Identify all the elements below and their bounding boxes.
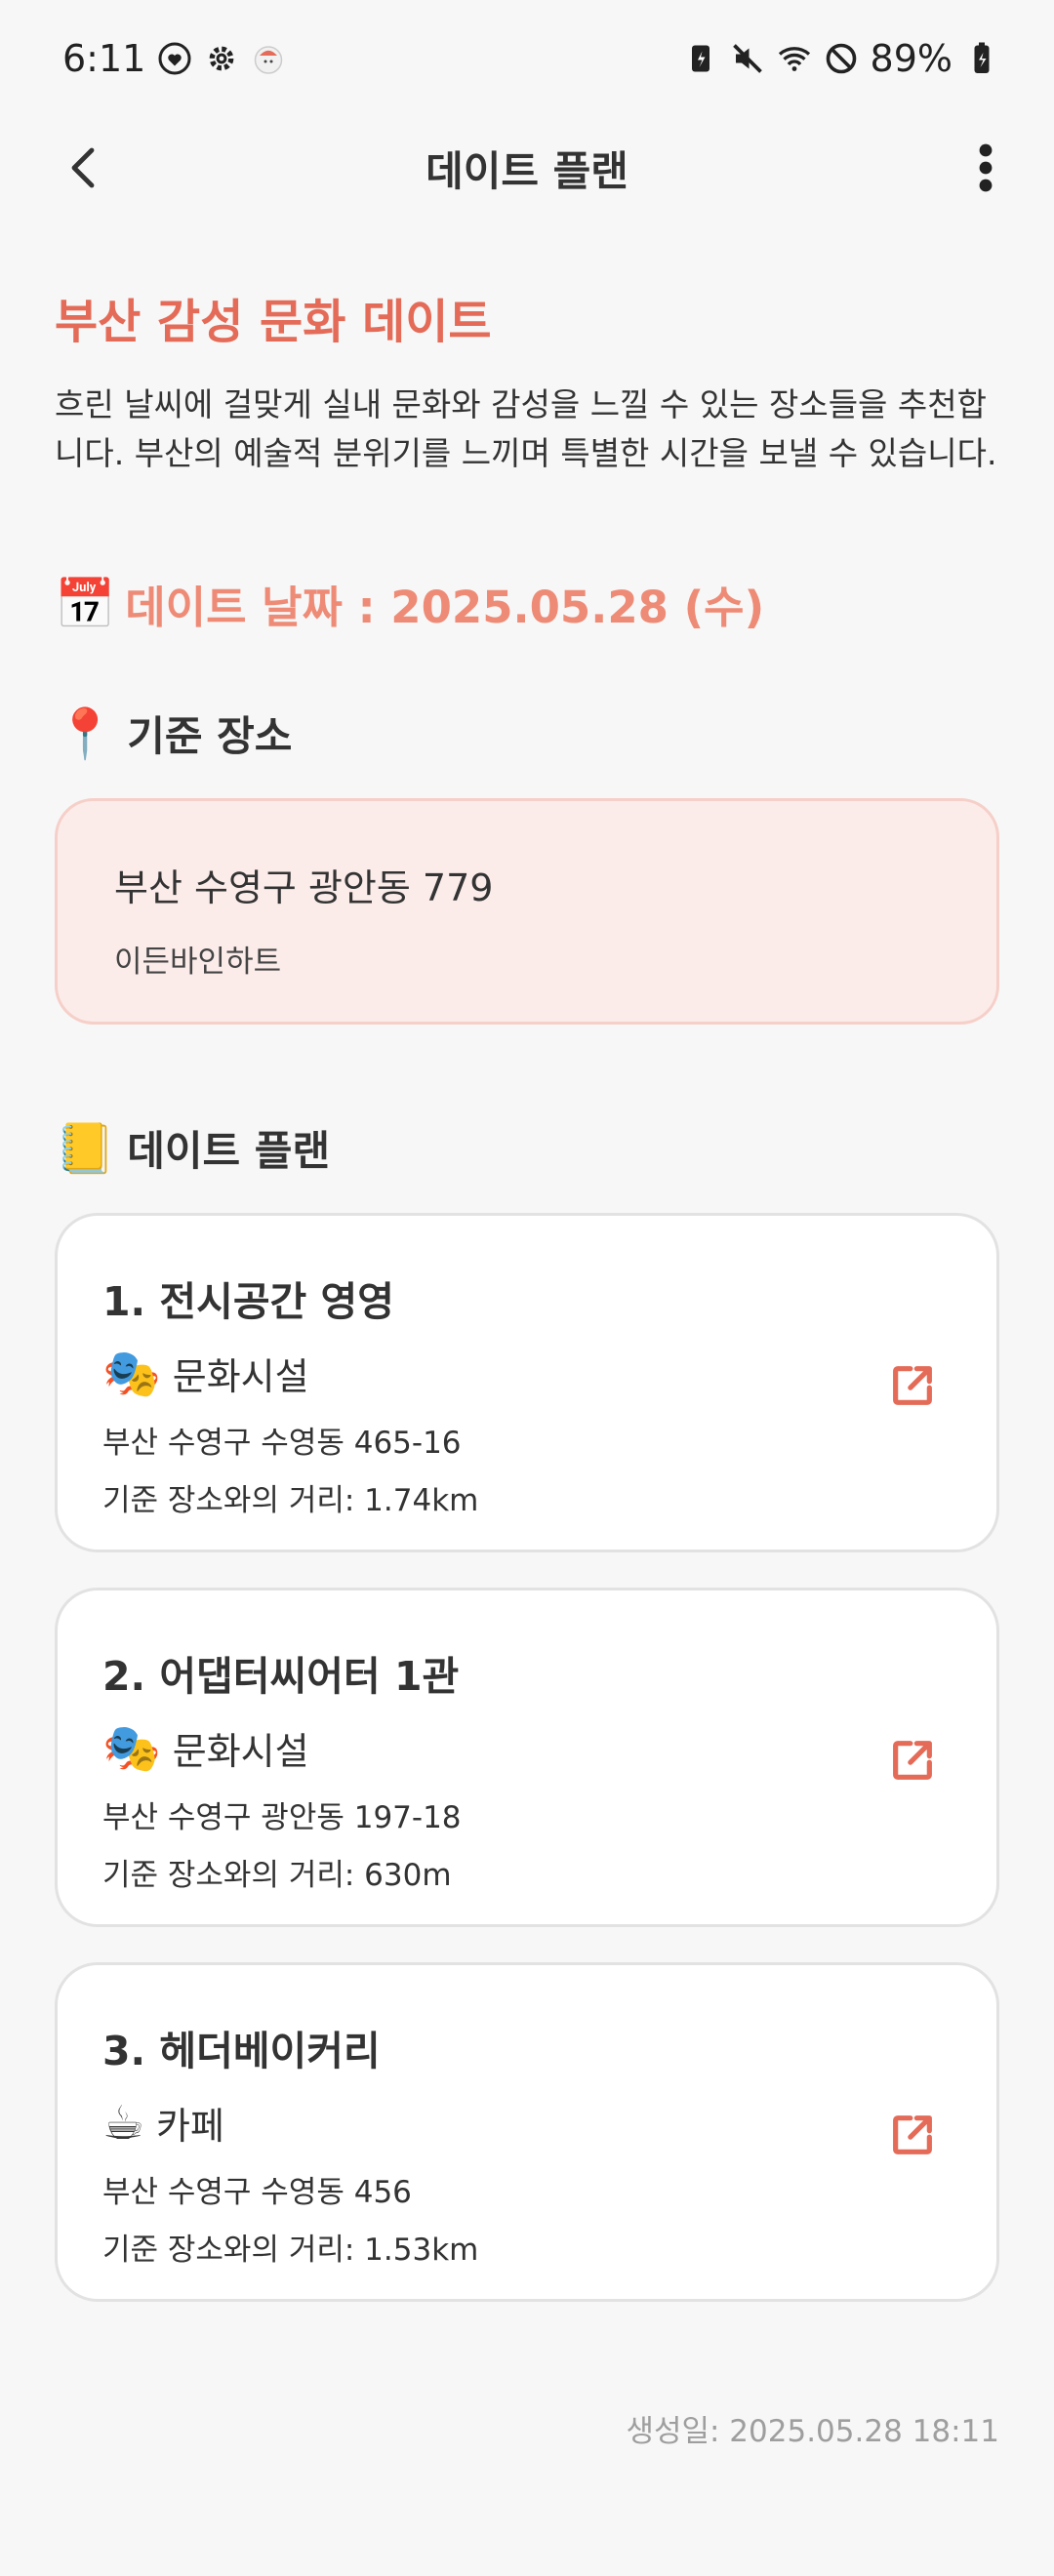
plan-description: 흐린 날씨에 걸맞게 실내 문화와 감성을 느낄 수 있는 장소들을 추천합니다… (55, 385, 997, 472)
base-location-address: 부산 수영구 광안동 779 (114, 866, 494, 909)
status-bar: 6:11 89% (0, 0, 1054, 117)
base-location-heading: 📍 기준 장소 (55, 704, 999, 763)
back-button[interactable] (55, 139, 113, 197)
place-distance: 기준 장소와의 거리: 1.53km (102, 2233, 479, 2268)
open-link-button[interactable] (883, 2106, 942, 2164)
main-content: 부산 감성 문화 데이트 흐린 날씨에 걸맞게 실내 문화와 감성을 느낄 수 … (55, 283, 999, 2302)
battery-percent: 89% (870, 37, 953, 80)
mute-icon (730, 41, 765, 76)
app-title: 데이트 플랜 (426, 146, 628, 195)
theater-masks-icon: 🎭 (102, 1720, 161, 1776)
app-notification-icon (251, 41, 286, 76)
more-vert-icon (979, 143, 993, 192)
place-card[interactable]: 2. 어댑터씨어터 1관 🎭 문화시설 부산 수영구 광안동 197-18 기준… (55, 1588, 999, 1927)
place-address: 부산 수영구 수영동 456 (102, 2175, 412, 2210)
open-in-new-icon (893, 1741, 932, 1780)
coffee-icon: ☕ (102, 2095, 145, 2151)
place-name: 1. 전시공간 영영 (102, 1278, 394, 1325)
place-category-label: 카페 (156, 2105, 224, 2148)
more-options-button[interactable] (956, 139, 1015, 197)
app-bar: 데이트 플랜 (0, 117, 1054, 219)
place-distance: 기준 장소와의 거리: 1.74km (102, 1483, 479, 1518)
settings-gear-icon (204, 41, 239, 76)
notebook-icon: 📒 (55, 1119, 116, 1177)
plan-list-heading: 📒 데이트 플랜 (55, 1118, 999, 1178)
base-location-name: 이든바인하트 (114, 945, 282, 980)
open-link-button[interactable] (883, 1731, 942, 1790)
theater-masks-icon: 🎭 (102, 1346, 161, 1401)
place-distance: 기준 장소와의 거리: 630m (102, 1858, 452, 1893)
status-left: 6:11 (62, 37, 286, 80)
status-right: 89% (683, 37, 999, 80)
open-in-new-icon (893, 2115, 932, 2154)
battery-charging-icon (964, 41, 999, 76)
heart-check-icon (157, 41, 192, 76)
place-name: 3. 헤더베이커리 (102, 2028, 381, 2074)
place-category-label: 문화시설 (172, 1355, 309, 1398)
created-timestamp: 생성일: 2025.05.28 18:11 (626, 2414, 999, 2449)
place-card[interactable]: 1. 전시공간 영영 🎭 문화시설 부산 수영구 수영동 465-16 기준 장… (55, 1213, 999, 1552)
open-link-button[interactable] (883, 1356, 942, 1415)
place-card[interactable]: 3. 헤더베이커리 ☕ 카페 부산 수영구 수영동 456 기준 장소와의 거리… (55, 1962, 999, 2302)
date-row: 📅 데이트 날짜 : 2025.05.28 (수) (55, 572, 999, 635)
do-not-disturb-icon (824, 41, 859, 76)
open-in-new-icon (893, 1366, 932, 1405)
back-arrow-icon (71, 147, 95, 188)
place-category: 🎭 문화시설 (102, 1347, 996, 1400)
status-time: 6:11 (62, 37, 146, 80)
pin-icon: 📍 (55, 704, 116, 762)
plan-list-heading-label: 데이트 플랜 (127, 1127, 331, 1175)
base-location-card: 부산 수영구 광안동 779 이든바인하트 (55, 798, 999, 1025)
place-name: 2. 어댑터씨어터 1관 (102, 1653, 460, 1700)
place-address: 부산 수영구 광안동 197-18 (102, 1800, 462, 1835)
battery-saver-icon (683, 41, 718, 76)
plan-title: 부산 감성 문화 데이트 (55, 295, 492, 349)
place-category: ☕ 카페 (102, 2096, 996, 2150)
place-category: 🎭 문화시설 (102, 1721, 996, 1775)
date-label: 데이트 날짜 : 2025.05.28 (수) (125, 582, 765, 633)
wifi-icon (777, 41, 812, 76)
calendar-icon: 📅 (55, 575, 116, 632)
base-location-heading-label: 기준 장소 (127, 712, 293, 760)
place-address: 부산 수영구 수영동 465-16 (102, 1426, 462, 1461)
place-category-label: 문화시설 (172, 1730, 309, 1773)
